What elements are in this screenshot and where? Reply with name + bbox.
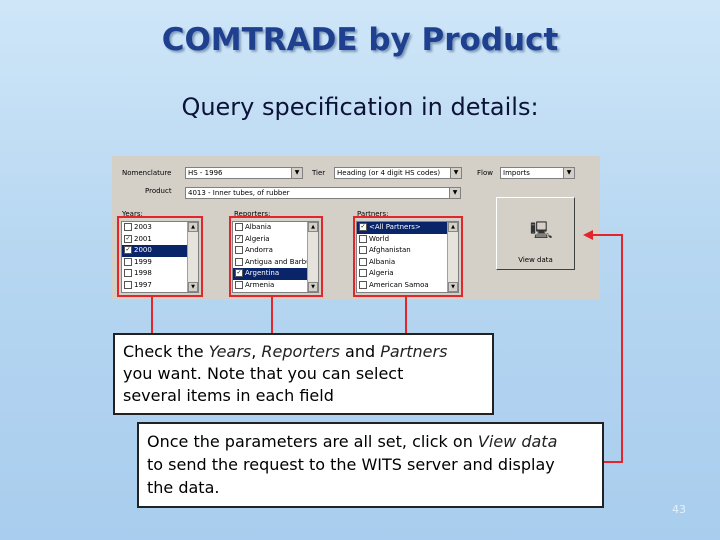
callout2-line3: the data. xyxy=(147,478,220,497)
callout1-line2: you want. Note that you can select xyxy=(123,364,404,383)
page-number: 43 xyxy=(672,503,686,516)
callout-select-items: Check the Years, Reporters and Partners … xyxy=(113,333,494,415)
reporters-term: Reporters xyxy=(261,342,340,361)
callout2-line1: Once the parameters are all set, click o… xyxy=(147,432,558,451)
callout1-line1: Check the Years, Reporters and Partners xyxy=(123,342,448,361)
callout-view-data: Once the parameters are all set, click o… xyxy=(137,422,604,508)
years-term: Years xyxy=(208,342,252,361)
callout1-line3: several items in each field xyxy=(123,386,334,405)
view-data-term: View data xyxy=(477,432,558,451)
callout2-line2: to send the request to the WITS server a… xyxy=(147,455,555,474)
partners-term: Partners xyxy=(380,342,448,361)
